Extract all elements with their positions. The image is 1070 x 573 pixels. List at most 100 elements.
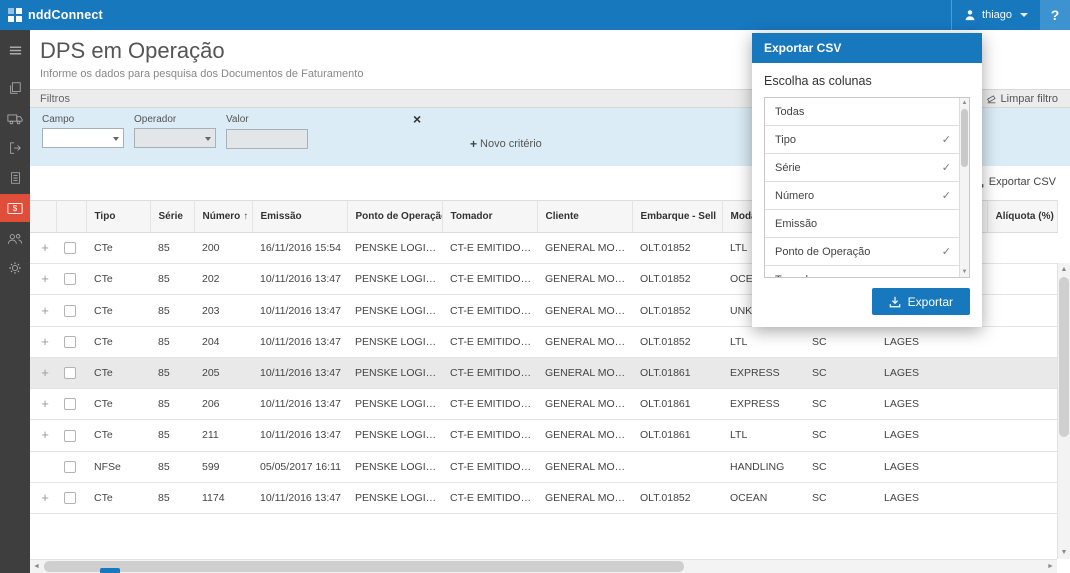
cell-numero: 205	[194, 357, 252, 388]
column-option-label: Número	[775, 190, 814, 202]
cell-municipio: LAGES	[876, 482, 987, 513]
cell-ponto: PENSKE LOGISTICS - ...	[347, 482, 442, 513]
sidebar-item-billing[interactable]: $	[0, 194, 30, 222]
sidebar-item-reports[interactable]	[0, 164, 30, 192]
clear-filter-button[interactable]: Limpar filtro	[986, 93, 1058, 105]
cell-aliquota	[987, 233, 1057, 264]
list-scrollbar[interactable]: ▲ ▼	[959, 98, 969, 277]
horizontal-scrollbar[interactable]: ◄ ►	[30, 559, 1057, 573]
table-row[interactable]: +CTe8520410/11/2016 13:47PENSKE LOGISTIC…	[30, 326, 1057, 357]
row-checkbox[interactable]	[64, 305, 76, 317]
cell-numero: 211	[194, 420, 252, 451]
table-row[interactable]: +CTe85117410/11/2016 13:47PENSKE LOGISTI…	[30, 482, 1057, 513]
table-row[interactable]: NFSe8559905/05/2017 16:11PENSKE LOGISTIC…	[30, 451, 1057, 482]
cell-tipo: CTe	[86, 233, 150, 264]
sidebar-item-menu[interactable]	[0, 36, 30, 64]
cell-numero: 203	[194, 295, 252, 326]
row-checkbox[interactable]	[64, 492, 76, 504]
column-option[interactable]: Tipo✓	[765, 126, 969, 154]
cell-cliente: GENERAL MOTORS D...	[537, 420, 632, 451]
sidebar-item-settings[interactable]	[0, 254, 30, 282]
column-header-emissao[interactable]: Emissão	[252, 201, 347, 233]
expand-row-icon[interactable]: +	[41, 240, 49, 255]
cell-tipo: NFSe	[86, 451, 150, 482]
check-icon: ✓	[942, 133, 951, 146]
column-option[interactable]: Número✓	[765, 182, 969, 210]
row-checkbox[interactable]	[64, 367, 76, 379]
cell-checkbox	[56, 326, 86, 357]
cell-checkbox	[56, 233, 86, 264]
sidebar-item-transport[interactable]	[0, 104, 30, 132]
table-row[interactable]: +CTe8521110/11/2016 13:47PENSKE LOGISTIC…	[30, 420, 1057, 451]
column-header-serie[interactable]: Série	[150, 201, 194, 233]
valor-input[interactable]	[226, 129, 308, 149]
column-header-embarque[interactable]: Embarque - Sell	[632, 201, 722, 233]
scroll-left-icon[interactable]: ◄	[30, 560, 43, 573]
scroll-right-icon[interactable]: ►	[1044, 560, 1057, 573]
column-header-numero[interactable]: Número↑	[194, 201, 252, 233]
operador-select[interactable]	[134, 128, 216, 148]
popup-actions: Exportar	[764, 288, 970, 315]
cell-municipio: LAGES	[876, 389, 987, 420]
expand-row-icon[interactable]: +	[41, 271, 49, 286]
expand-row-icon[interactable]: +	[41, 334, 49, 349]
cell-uf: SC	[804, 420, 876, 451]
column-header-aliquota[interactable]: Alíquota (%)	[987, 201, 1057, 233]
scroll-up-icon[interactable]: ▲	[1058, 263, 1070, 276]
vertical-scrollbar[interactable]: ▲ ▼	[1057, 263, 1070, 559]
vertical-scroll-thumb[interactable]	[1059, 277, 1069, 437]
export-csv-link[interactable]: Exportar CSV	[972, 176, 1056, 188]
pagination-page-button[interactable]	[100, 568, 120, 573]
column-header-tipo[interactable]: Tipo	[86, 201, 150, 233]
column-option[interactable]: Todas	[765, 98, 969, 126]
row-checkbox[interactable]	[64, 242, 76, 254]
list-scroll-thumb[interactable]	[961, 109, 968, 167]
expand-row-icon[interactable]: +	[41, 427, 49, 442]
column-header-tomador[interactable]: Tomador	[442, 201, 537, 233]
list-scroll-up-icon[interactable]: ▲	[960, 98, 969, 108]
sidebar-item-export[interactable]	[0, 134, 30, 162]
row-checkbox[interactable]	[64, 398, 76, 410]
column-header-cliente[interactable]: Cliente	[537, 201, 632, 233]
menu-icon	[8, 43, 23, 58]
help-button[interactable]: ?	[1040, 0, 1070, 30]
column-option[interactable]: Série✓	[765, 154, 969, 182]
campo-select[interactable]	[42, 128, 124, 148]
cell-emissao: 05/05/2017 16:11	[252, 451, 347, 482]
cell-emissao: 10/11/2016 13:47	[252, 420, 347, 451]
cell-uf: SC	[804, 326, 876, 357]
expand-row-icon[interactable]: +	[41, 365, 49, 380]
row-checkbox[interactable]	[64, 430, 76, 442]
new-criteria-button[interactable]: + Novo critério	[470, 137, 542, 151]
table-row[interactable]: +CTe8520610/11/2016 13:47PENSKE LOGISTIC…	[30, 389, 1057, 420]
list-scroll-down-icon[interactable]: ▼	[960, 267, 969, 277]
check-icon: ✓	[942, 245, 951, 258]
scroll-down-icon[interactable]: ▼	[1058, 546, 1070, 559]
column-header-expand[interactable]	[30, 201, 56, 233]
export-button[interactable]: Exportar	[872, 288, 970, 315]
row-checkbox[interactable]	[64, 273, 76, 285]
app-logo: nddConnect	[0, 8, 103, 22]
column-option[interactable]: Tomador	[765, 266, 969, 278]
sidebar-item-users[interactable]	[0, 224, 30, 252]
sidebar-item-documents[interactable]	[0, 74, 30, 102]
table-row[interactable]: +CTe8520510/11/2016 13:47PENSKE LOGISTIC…	[30, 357, 1057, 388]
column-header-ponto[interactable]: Ponto de Operação	[347, 201, 442, 233]
column-header-check[interactable]	[56, 201, 86, 233]
column-option-label: Todas	[775, 106, 804, 118]
cell-modal: EXPRESS	[722, 357, 804, 388]
cell-municipio: LAGES	[876, 420, 987, 451]
cell-aliquota	[987, 389, 1057, 420]
column-options: TodasTipo✓Série✓Número✓EmissãoPonto de O…	[765, 98, 969, 278]
row-checkbox[interactable]	[64, 461, 76, 473]
expand-row-icon[interactable]: +	[41, 303, 49, 318]
expand-row-icon[interactable]: +	[41, 490, 49, 505]
expand-row-icon[interactable]: +	[41, 396, 49, 411]
column-option[interactable]: Emissão	[765, 210, 969, 238]
user-menu[interactable]: thiago	[951, 0, 1040, 30]
horizontal-scroll-thumb[interactable]	[44, 561, 684, 572]
cell-serie: 85	[150, 420, 194, 451]
row-checkbox[interactable]	[64, 336, 76, 348]
remove-criteria-button[interactable]: ×	[413, 113, 421, 125]
column-option[interactable]: Ponto de Operação✓	[765, 238, 969, 266]
